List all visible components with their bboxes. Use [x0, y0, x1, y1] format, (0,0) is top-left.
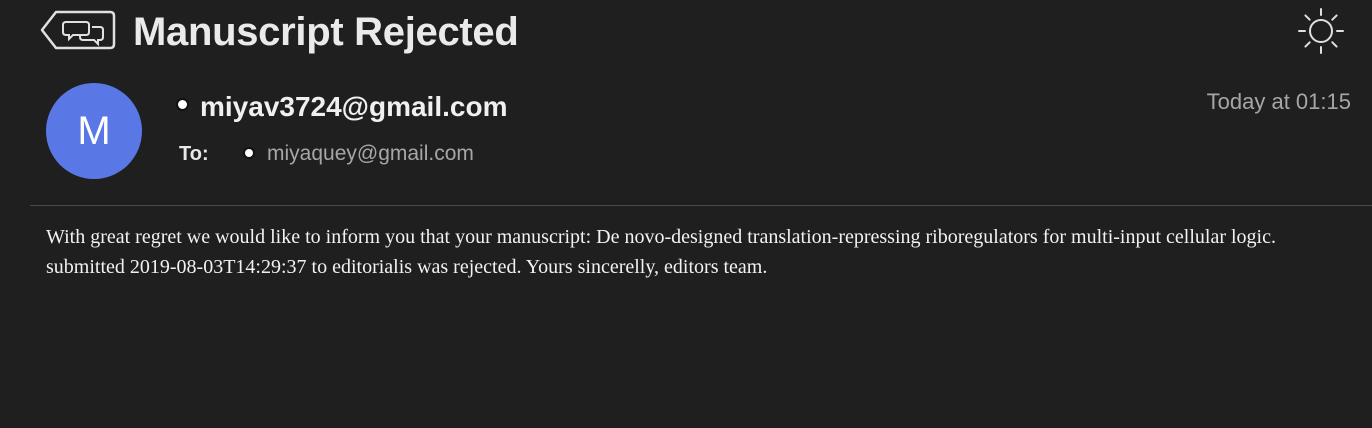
sun-icon	[1298, 8, 1344, 54]
back-button[interactable]	[40, 10, 116, 50]
theme-toggle-button[interactable]	[1296, 7, 1346, 55]
recipient-email[interactable]: miyaquey@gmail.com	[267, 142, 474, 165]
avatar-initial: M	[77, 108, 111, 153]
header-bar: Manuscript Rejected	[0, 0, 1372, 70]
back-messages-icon	[40, 10, 116, 50]
to-label: To:	[179, 143, 209, 165]
recipient-row: To: miyaquey@gmail.com	[179, 140, 474, 168]
recipient-status-dot	[245, 148, 253, 157]
message-body: With great regret we would like to infor…	[46, 226, 1276, 278]
sender-email: miyav3724@gmail.com	[200, 91, 508, 122]
header-divider	[30, 205, 1372, 206]
sender-status-dot	[178, 100, 187, 110]
page-title: Manuscript Rejected	[133, 10, 519, 54]
sender-address[interactable]: miyav3724@gmail.com	[178, 90, 507, 124]
message-timestamp: Today at 01:15	[1206, 89, 1351, 114]
avatar: M	[46, 83, 142, 179]
